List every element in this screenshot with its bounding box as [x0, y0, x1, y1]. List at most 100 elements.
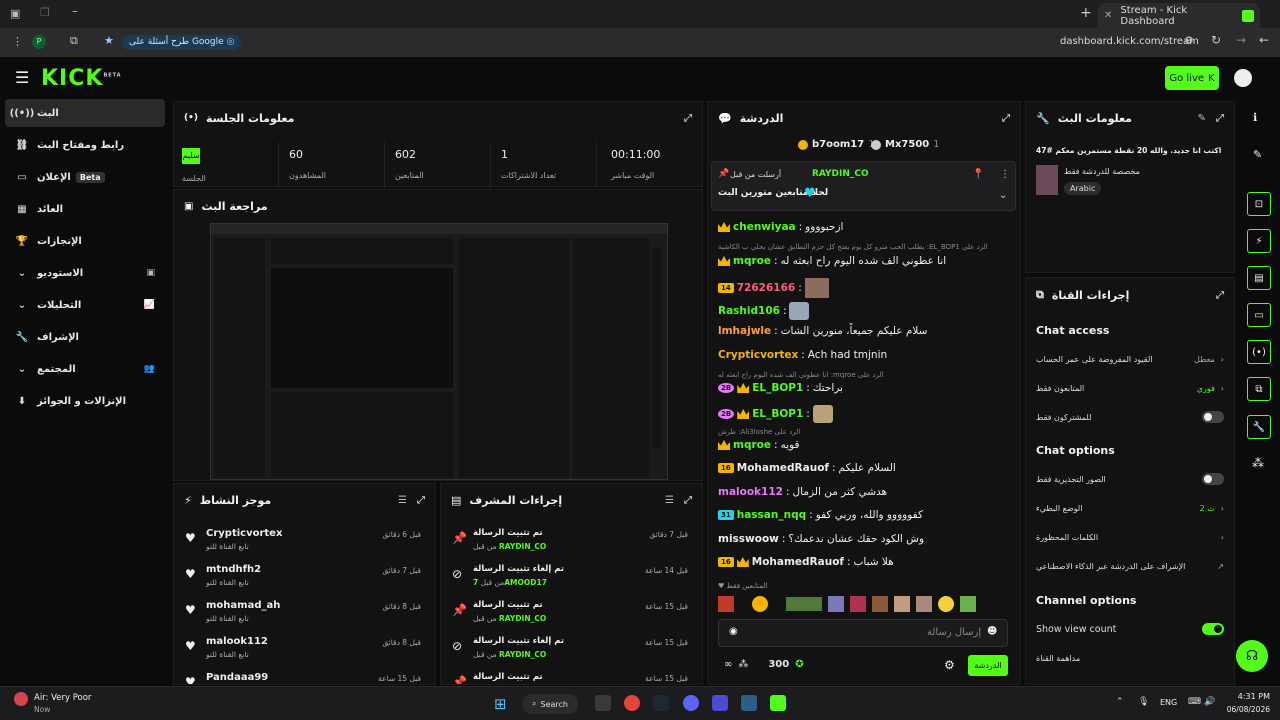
chat-user[interactable]: Rashid106	[718, 305, 780, 317]
sidebar-item-analytics[interactable]: ⌄ التحليلات 📈	[5, 291, 165, 319]
users-icon[interactable]: ⁂	[738, 659, 748, 670]
chat-message[interactable]: 31 hassan_nqq: كفووووو والله، وربي كفو	[718, 509, 923, 521]
bookmark-star-icon[interactable]: ★	[104, 34, 114, 47]
chat-message[interactable]: 16 MohamedRauof: السلام عليكم	[718, 462, 896, 474]
emote-image[interactable]	[786, 597, 822, 611]
option-slow-mode[interactable]: الوضع البطيء 2 ث ›	[1036, 498, 1224, 518]
category-thumbnail[interactable]	[1036, 165, 1058, 195]
stream-tag[interactable]: Arabic	[1064, 182, 1102, 195]
sidebar-item-moderation[interactable]: 🔧 الإشراف	[5, 323, 165, 351]
top-gifter-2[interactable]: Mx7500 1	[871, 139, 940, 150]
sidebar-item-revenue[interactable]: ▦ العائد	[5, 195, 165, 223]
subscribers-only-toggle[interactable]	[1202, 411, 1224, 423]
top-gifter-1[interactable]: b7oom171	[798, 139, 875, 150]
rail-lightning-icon[interactable]: ⚡	[1247, 229, 1271, 253]
site-settings-icon[interactable]: ⚙	[1184, 34, 1194, 47]
chat-input[interactable]: ◉ إرسال رسالة ☻	[718, 619, 1008, 647]
emote-image[interactable]	[960, 596, 976, 612]
chat-user[interactable]: lmhajwle	[718, 325, 771, 337]
option-raid[interactable]: مداهمة القناة	[1036, 648, 1224, 668]
tray-chevron-icon[interactable]: ⌃	[1116, 697, 1124, 707]
taskbar-search[interactable]: ⌕ Search	[522, 694, 578, 714]
forward-icon[interactable]: →	[1236, 33, 1246, 47]
stream-preview-video[interactable]	[210, 223, 668, 480]
emote-image[interactable]	[752, 596, 768, 612]
chat-message[interactable]: Crypticvortex: Ach had tmjnin	[718, 349, 887, 361]
chrome-icon[interactable]	[624, 695, 640, 711]
sidebar-item-stream-key[interactable]: ⛓ رابط ومفتاح البث	[5, 131, 165, 159]
option-account-age[interactable]: القيود المفروضة على عمر الحساب معطل ›	[1036, 349, 1224, 369]
chat-message[interactable]: misswoow: وش الكود حقك عشان ندعمك؟	[718, 533, 924, 545]
pinned-by-user[interactable]: RAYDIN_CO	[812, 169, 869, 179]
expand-icon[interactable]: ⤢	[417, 495, 425, 506]
expand-icon[interactable]: ⤢	[684, 495, 692, 506]
go-live-button[interactable]: Go live K	[1165, 66, 1219, 90]
expand-icon[interactable]: ⤢	[1216, 290, 1224, 301]
chat-message[interactable]: chenwiyaa: ازحبوووو	[718, 221, 843, 233]
sidebar-item-ads[interactable]: ▭ الإعلان Beta	[5, 163, 165, 191]
restore-icon[interactable]: ❐	[40, 6, 50, 19]
chat-user[interactable]: MohamedRauof	[752, 556, 844, 568]
activity-user[interactable]: malook112	[206, 636, 268, 647]
help-chat-button[interactable]: ☊	[1236, 640, 1268, 672]
chat-message[interactable]: 14 72626166:	[718, 278, 829, 298]
rail-document-icon[interactable]: ▤	[1247, 266, 1271, 290]
add-widget-icon[interactable]: ⁂	[1252, 456, 1264, 470]
show-view-count-toggle[interactable]	[1202, 623, 1224, 635]
option-emotes-only[interactable]: الصور التحذيرية فقط	[1036, 469, 1224, 489]
app-icon[interactable]	[741, 695, 757, 711]
rail-sliders-icon[interactable]: ⧉	[1247, 377, 1271, 401]
info-icon[interactable]: ℹ	[1253, 111, 1257, 124]
edit-icon[interactable]: ✎	[1198, 113, 1206, 124]
activity-user[interactable]: Pandaaa99	[206, 672, 268, 683]
kick-app-icon[interactable]	[770, 695, 786, 711]
windows-start-icon[interactable]: ⊞	[494, 695, 507, 713]
chat-user[interactable]: misswoow	[718, 533, 779, 545]
network-icon[interactable]: ⌨	[1188, 697, 1201, 707]
mod-user[interactable]: RAYDIN_CO	[499, 542, 546, 551]
chevron-down-icon[interactable]: ⌄	[999, 190, 1007, 201]
chat-user[interactable]: MohamedRauof	[737, 462, 829, 474]
chat-message[interactable]: mqroe: انا عطوني الف شده اليوم راح ابعثه …	[718, 255, 946, 267]
option-show-view-count[interactable]: Show view count	[1036, 619, 1224, 639]
option-banned-words[interactable]: الكلمات المحظورة ›	[1036, 527, 1224, 547]
profile-icon[interactable]: P	[32, 35, 46, 49]
unpin-button-icon[interactable]: 📍	[972, 169, 984, 180]
chat-message[interactable]: Rashid106:	[718, 302, 810, 320]
mod-user[interactable]: RAYDIN_CO	[499, 650, 546, 659]
emote-image[interactable]	[718, 596, 734, 612]
emote-image[interactable]	[916, 596, 932, 612]
close-tab-icon[interactable]: ✕	[1104, 10, 1112, 21]
volume-icon[interactable]: 🔊	[1204, 697, 1215, 707]
home-icon[interactable]	[595, 695, 611, 711]
emote-image[interactable]	[828, 596, 844, 612]
chat-message[interactable]: lmhajwle: سلام عليكم جميعاً، منورين الشات	[718, 325, 927, 337]
chat-send-button[interactable]: الدردشة	[968, 655, 1008, 676]
clock-time[interactable]: 4:31 PM	[1224, 692, 1270, 701]
chat-user[interactable]: mqroe	[733, 439, 771, 451]
expand-icon[interactable]: ⤢	[1002, 113, 1010, 124]
emotes-only-toggle[interactable]	[1202, 473, 1224, 485]
sidebar-item-studio[interactable]: ⌄ الاستوديو ▣	[5, 259, 165, 287]
option-followers-only[interactable]: المتابعون فقط فوري ›	[1036, 378, 1224, 398]
weather-icon[interactable]	[14, 692, 28, 706]
google-ask-pill[interactable]: طرح أسئلة على Google ◎	[122, 35, 242, 50]
rail-camera-icon[interactable]: ⊡	[1247, 192, 1271, 216]
chat-user[interactable]: malook112	[718, 486, 783, 498]
option-subscribers-only[interactable]: للمشتركون فقط	[1036, 407, 1224, 427]
rail-wrench-icon[interactable]: 🔧	[1247, 415, 1271, 439]
chat-user[interactable]: EL_BOP1	[752, 408, 803, 420]
infinity-icon[interactable]: ∞	[724, 659, 732, 670]
mod-user[interactable]: RAYDIN_CO	[499, 614, 546, 623]
more-options-icon[interactable]: ⋮	[1000, 169, 1010, 180]
sidebar-item-community[interactable]: ⌄ المجتمع 👥	[5, 355, 165, 383]
activity-user[interactable]: mohamad_ah	[206, 600, 280, 611]
emote-image[interactable]	[850, 596, 866, 612]
window-icon[interactable]: ▣	[10, 7, 20, 20]
minimize-icon[interactable]: –	[72, 4, 78, 18]
emote-image[interactable]	[894, 596, 910, 612]
hamburger-menu-icon[interactable]: ☰	[15, 68, 29, 87]
chat-message[interactable]: 16 MohamedRauof: هلا شباب	[718, 556, 894, 568]
chat-user[interactable]: chenwiyaa	[733, 221, 796, 233]
rail-chat-icon[interactable]: ▭	[1247, 303, 1271, 327]
